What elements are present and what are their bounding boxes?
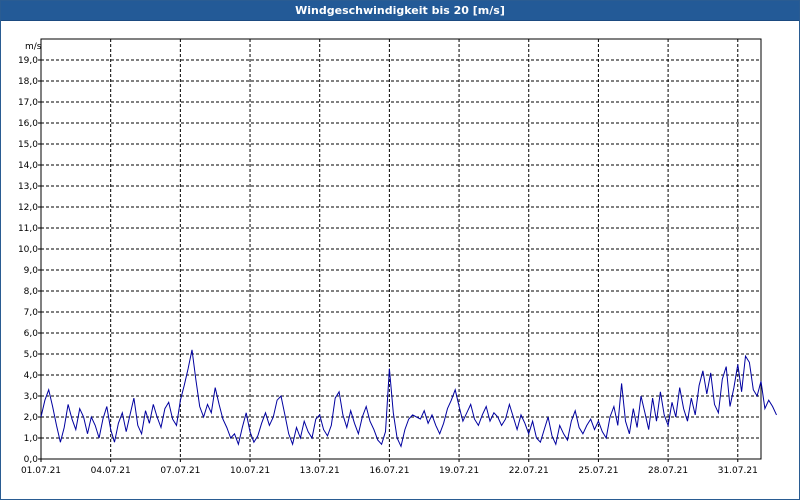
- x-tick-label: 01.07.21: [21, 466, 61, 476]
- chart-window: Windgeschwindigkeit bis 20 [m/s] 0,0 1,0 2…: [0, 0, 800, 500]
- y-tick-label: 9,0: [24, 266, 39, 276]
- y-tick-label: 11,0: [18, 224, 38, 234]
- y-tick-label: 4,0: [24, 371, 39, 381]
- y-tick-label: 18,0: [18, 77, 38, 87]
- y-axis-ticks: 0,0 1,0 2,0 3,0 4,0 5,0 6,0 7,0 8,0 9,0 10,0 11,0 12…: [18, 56, 41, 465]
- y-tick-label: 3,0: [24, 392, 39, 402]
- y-tick-label: 0,0: [24, 455, 39, 465]
- y-tick-label: 14,0: [18, 161, 38, 171]
- wind-speed-chart: 0,0 1,0 2,0 3,0 4,0 5,0 6,0 7,0 8,0 9,0 10,0 11,0 12…: [18, 38, 777, 476]
- x-tick-label: 25.07.21: [578, 466, 618, 476]
- x-tick-label: 10.07.21: [230, 466, 270, 476]
- y-tick-label: 17,0: [18, 98, 38, 108]
- x-tick-label: 22.07.21: [509, 466, 549, 476]
- x-tick-label: 04.07.21: [91, 466, 131, 476]
- window-title: Windgeschwindigkeit bis 20 [m/s]: [1, 1, 799, 21]
- x-tick-label: 19.07.21: [439, 466, 479, 476]
- y-tick-label: 10,0: [18, 245, 38, 255]
- y-tick-label: 7,0: [24, 308, 39, 318]
- y-tick-label: 6,0: [24, 329, 39, 339]
- x-tick-label: 13.07.21: [300, 466, 340, 476]
- y-tick-label: 1,0: [24, 434, 39, 444]
- y-tick-label: 12,0: [18, 203, 38, 213]
- x-tick-label: 28.07.21: [648, 466, 688, 476]
- chart-area: 0,0 1,0 2,0 3,0 4,0 5,0 6,0 7,0 8,0 9,0 10,0 11,0 12…: [1, 21, 799, 499]
- grid-lines: [41, 39, 761, 459]
- y-tick-label: 16,0: [18, 119, 38, 129]
- y-axis-unit: m/s: [25, 42, 42, 52]
- y-tick-label: 19,0: [18, 56, 38, 66]
- y-tick-label: 13,0: [18, 182, 38, 192]
- x-axis-ticks: 01.07.21 04.07.21 07.07.21 10.07.21 13.07.21…: [21, 459, 758, 476]
- x-tick-label: 16.07.21: [369, 466, 409, 476]
- x-tick-label: 07.07.21: [160, 466, 200, 476]
- x-tick-label: 31.07.21: [718, 466, 758, 476]
- y-tick-label: 2,0: [24, 413, 39, 423]
- y-tick-label: 8,0: [24, 287, 39, 297]
- y-tick-label: 15,0: [18, 140, 38, 150]
- y-tick-label: 5,0: [24, 350, 39, 360]
